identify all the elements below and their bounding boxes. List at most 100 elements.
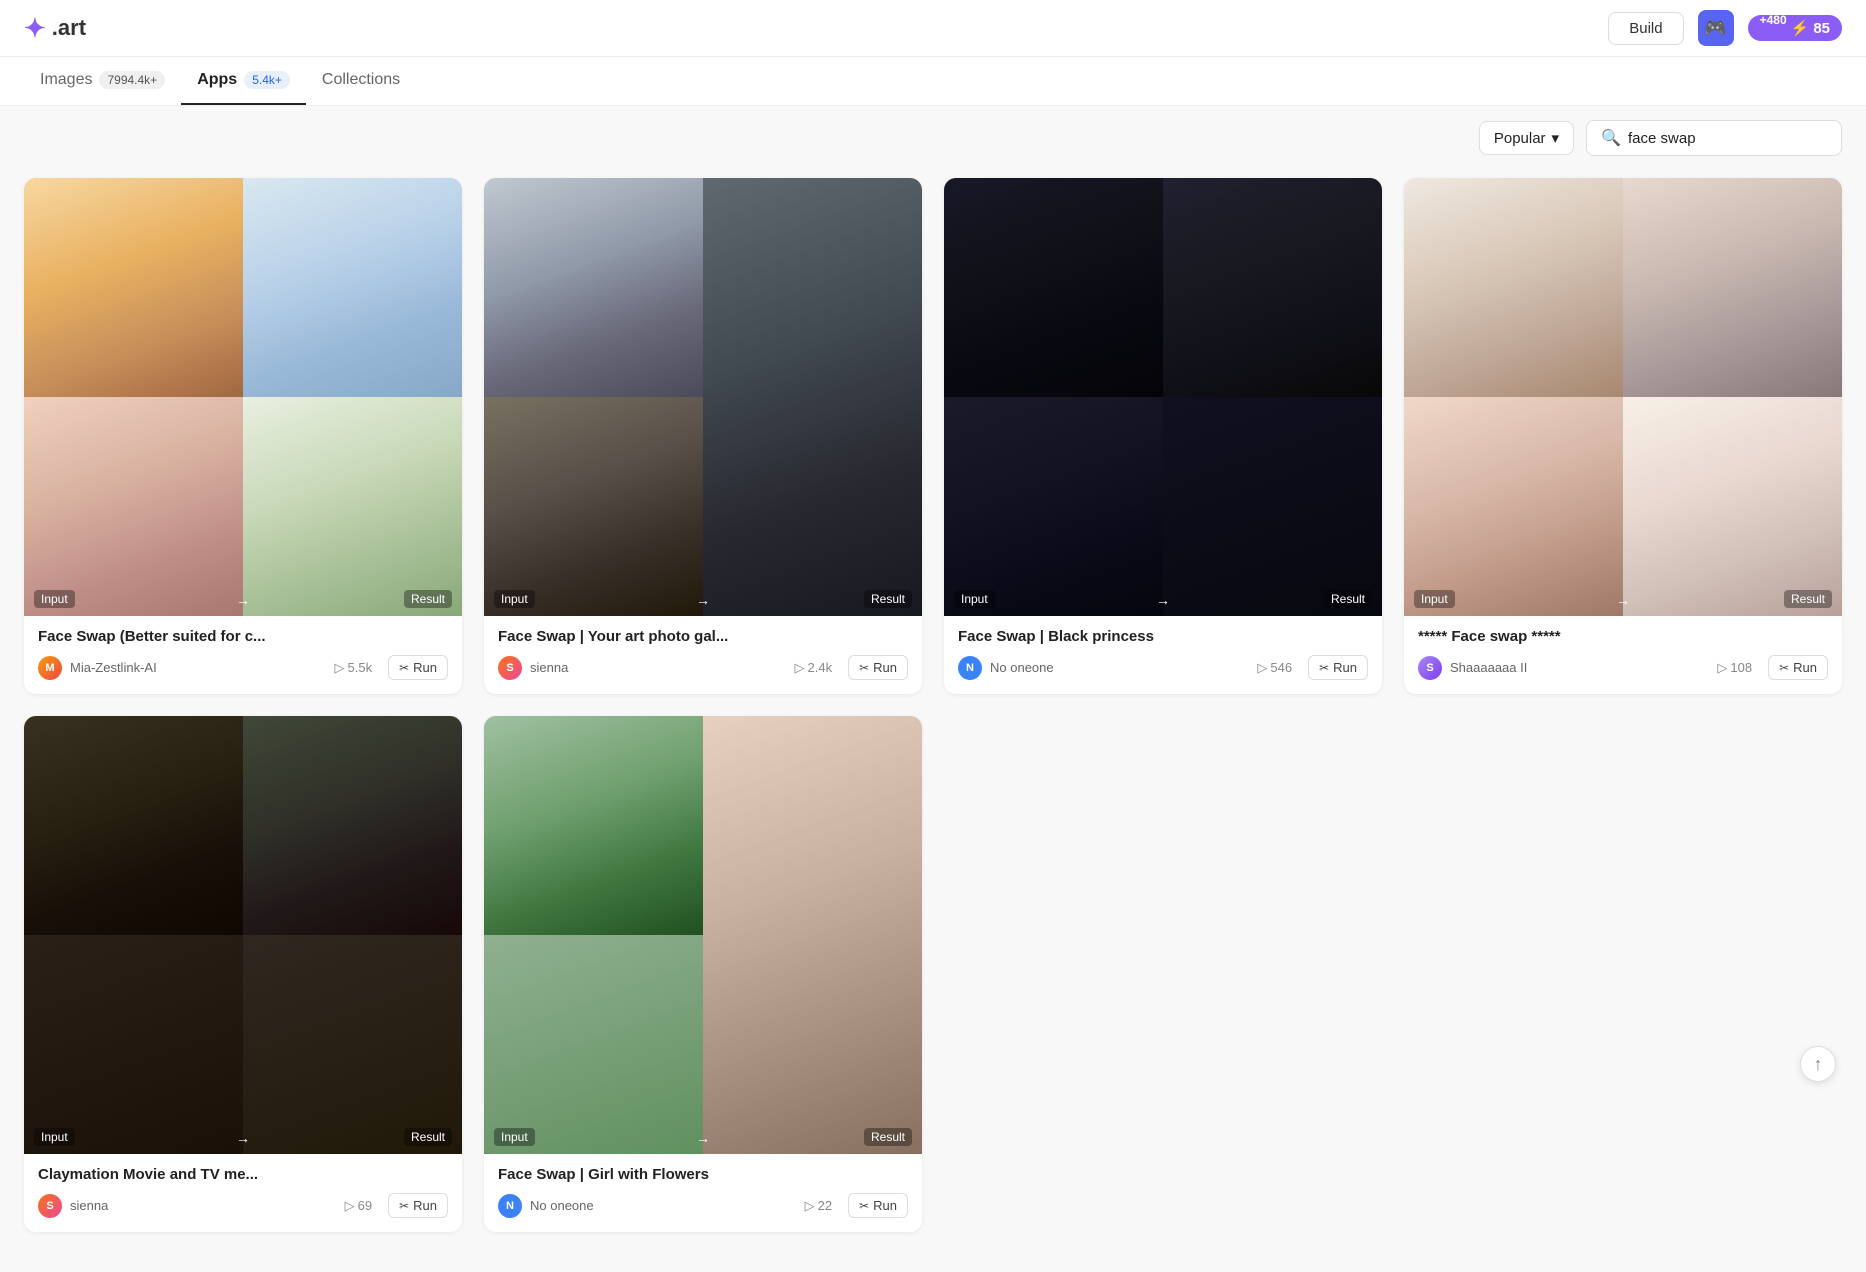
search-box: 🔍 xyxy=(1586,120,1842,156)
card4-image: Input → Result xyxy=(1404,178,1842,616)
credits-amount: 85 xyxy=(1813,20,1830,37)
card2-result-label: Result xyxy=(864,590,912,608)
tab-apps-badge: 5.4k+ xyxy=(244,71,290,89)
discord-icon: 🎮 xyxy=(1704,18,1726,39)
card3-info: Face Swap | Black princess N No oneone ▷… xyxy=(944,616,1382,694)
views-icon: ▷ xyxy=(335,660,345,676)
card5-input-label: Input xyxy=(34,1128,75,1146)
card2-views: ▷ 2.4k xyxy=(795,660,833,676)
card1-arrow: → xyxy=(236,592,250,608)
card5-arrow: → xyxy=(236,1130,250,1146)
card3-arrow: → xyxy=(1156,592,1170,608)
card-black-princess[interactable]: Input → Result Face Swap | Black princes… xyxy=(944,178,1382,694)
card1-run-button[interactable]: ✂ Run xyxy=(388,655,448,680)
tab-images[interactable]: Images 7994.4k+ xyxy=(24,57,181,105)
tab-images-label: Images xyxy=(40,71,92,89)
run-icon: ✂ xyxy=(1319,661,1329,675)
tab-images-badge: 7994.4k+ xyxy=(99,71,165,89)
card6-result-label: Result xyxy=(864,1128,912,1146)
card2-title: Face Swap | Your art photo gal... xyxy=(498,628,908,645)
run-icon: ✂ xyxy=(1779,661,1789,675)
card4-avatar: S xyxy=(1418,656,1442,680)
search-input[interactable] xyxy=(1628,130,1827,147)
card3-result-label: Result xyxy=(1324,590,1372,608)
tab-apps[interactable]: Apps 5.4k+ xyxy=(181,57,306,105)
logo[interactable]: ✦ .art xyxy=(24,13,86,44)
card5-run-button[interactable]: ✂ Run xyxy=(388,1193,448,1218)
card3-title: Face Swap | Black princess xyxy=(958,628,1368,645)
card4-title: ***** Face swap ***** xyxy=(1418,628,1828,645)
tab-apps-label: Apps xyxy=(197,71,237,89)
card6-avatar: N xyxy=(498,1194,522,1218)
card-face-swap-better[interactable]: Input → Result Face Swap (Better suited … xyxy=(24,178,462,694)
card5-title: Claymation Movie and TV me... xyxy=(38,1166,448,1183)
views-icon: ▷ xyxy=(1257,660,1267,676)
scroll-to-top-button[interactable]: ↑ xyxy=(1800,1046,1836,1082)
run-icon: ✂ xyxy=(399,1199,409,1213)
card3-run-button[interactable]: ✂ Run xyxy=(1308,655,1368,680)
card-star-face-swap[interactable]: Input → Result ***** Face swap ***** S S… xyxy=(1404,178,1842,694)
card-girl-flowers[interactable]: Input → Result Face Swap | Girl with Flo… xyxy=(484,716,922,1232)
sort-dropdown[interactable]: Popular ▾ xyxy=(1479,121,1574,155)
card4-run-button[interactable]: ✂ Run xyxy=(1768,655,1828,680)
card1-img-bl xyxy=(24,397,243,616)
card2-avatar: S xyxy=(498,656,522,680)
card1-views: ▷ 5.5k xyxy=(335,660,373,676)
card3-author: No oneone xyxy=(990,660,1249,675)
card6-input-label: Input xyxy=(494,1128,535,1146)
card2-image: Input → Result xyxy=(484,178,922,616)
card1-img-br xyxy=(243,397,462,616)
header-right: Build 🎮 +480 ⚡ 85 xyxy=(1608,10,1842,46)
card5-img-tl xyxy=(24,716,243,935)
card1-meta: M Mia-Zestlink-AI ▷ 5.5k ✂ Run xyxy=(38,655,448,680)
card6-meta: N No oneone ▷ 22 ✂ Run xyxy=(498,1193,908,1218)
card4-input-label: Input xyxy=(1414,590,1455,608)
card3-image: Input → Result xyxy=(944,178,1382,616)
discord-button[interactable]: 🎮 xyxy=(1698,10,1734,46)
card5-img-bl xyxy=(24,935,243,1154)
card3-views: ▷ 546 xyxy=(1257,660,1292,676)
card3-img-br xyxy=(1163,397,1382,616)
card1-title: Face Swap (Better suited for c... xyxy=(38,628,448,645)
views-icon: ▷ xyxy=(805,1198,815,1214)
card4-views: ▷ 108 xyxy=(1717,660,1752,676)
card4-img-br xyxy=(1623,397,1842,616)
logo-icon: ✦ xyxy=(24,13,46,44)
card6-image: Input → Result xyxy=(484,716,922,1154)
card4-img-tr xyxy=(1623,178,1842,397)
card2-info: Face Swap | Your art photo gal... S sien… xyxy=(484,616,922,694)
card5-author: sienna xyxy=(70,1198,337,1213)
header: ✦ .art Build 🎮 +480 ⚡ 85 xyxy=(0,0,1866,57)
card1-avatar: M xyxy=(38,656,62,680)
card1-author: Mia-Zestlink-AI xyxy=(70,660,327,675)
card1-result-label: Result xyxy=(404,590,452,608)
credits-badge[interactable]: +480 ⚡ 85 xyxy=(1748,15,1842,41)
tab-collections[interactable]: Collections xyxy=(306,57,416,105)
card1-input-label: Input xyxy=(34,590,75,608)
card3-img-tr xyxy=(1163,178,1382,397)
card2-img-tr xyxy=(703,178,922,616)
views-icon: ▷ xyxy=(1717,660,1727,676)
card2-run-button[interactable]: ✂ Run xyxy=(848,655,908,680)
card2-input-label: Input xyxy=(494,590,535,608)
run-icon: ✂ xyxy=(859,1199,869,1213)
card4-result-label: Result xyxy=(1784,590,1832,608)
card2-img-tl xyxy=(484,178,703,397)
card-claymation[interactable]: Input → Result Claymation Movie and TV m… xyxy=(24,716,462,1232)
card2-meta: S sienna ▷ 2.4k ✂ Run xyxy=(498,655,908,680)
card5-avatar: S xyxy=(38,1194,62,1218)
card4-meta: S Shaaaaaaa II ▷ 108 ✂ Run xyxy=(1418,655,1828,680)
card5-views: ▷ 69 xyxy=(345,1198,372,1214)
card5-meta: S sienna ▷ 69 ✂ Run xyxy=(38,1193,448,1218)
chevron-down-icon: ▾ xyxy=(1552,129,1560,147)
card3-img-tl xyxy=(944,178,1163,397)
search-icon: 🔍 xyxy=(1601,128,1621,148)
card6-run-button[interactable]: ✂ Run xyxy=(848,1193,908,1218)
build-button[interactable]: Build xyxy=(1608,12,1683,45)
card-face-swap-art[interactable]: Input → Result Face Swap | Your art phot… xyxy=(484,178,922,694)
run-icon: ✂ xyxy=(399,661,409,675)
views-icon: ▷ xyxy=(345,1198,355,1214)
card6-img-bl xyxy=(484,935,703,1154)
card3-avatar: N xyxy=(958,656,982,680)
card5-image: Input → Result xyxy=(24,716,462,1154)
